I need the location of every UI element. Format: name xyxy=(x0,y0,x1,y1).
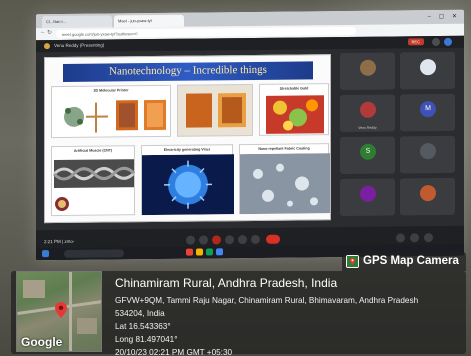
taskbar-search[interactable] xyxy=(64,249,124,258)
avatar xyxy=(360,101,376,118)
chrome-icon[interactable] xyxy=(186,248,193,256)
info-icon[interactable] xyxy=(396,233,405,243)
panel-caption: Stretchable Gold xyxy=(279,86,309,91)
map-building xyxy=(23,280,45,298)
panel-artificial-muscle: Artificial Muscle (CNT) xyxy=(51,145,136,217)
chat-icon[interactable] xyxy=(424,233,433,243)
gps-longitude: Long 81.497041° xyxy=(115,335,178,344)
panel-caption: Nano-repellant Fabric Coating xyxy=(258,146,310,151)
photo: Cl...Nan t... Meet - jun-yxaw-tyt – ▢ ✕ … xyxy=(0,0,471,356)
presenter-avatar xyxy=(44,43,50,50)
back-icon[interactable]: ← xyxy=(40,29,46,35)
app-icon[interactable] xyxy=(216,248,223,256)
panel-3d-printer: 3D Molecular Printer xyxy=(51,84,171,139)
participant-name xyxy=(400,129,455,130)
raise-hand-icon[interactable] xyxy=(225,235,234,245)
map-building xyxy=(77,318,97,334)
gps-latitude: Lat 16.543363° xyxy=(115,322,171,331)
participant-tiles: Venu Reddy M S xyxy=(340,51,458,223)
participant-tile[interactable] xyxy=(400,135,455,174)
gps-address-line1: GFVW+9QM, Tammi Raju Nagar, Chinamiram R… xyxy=(115,296,419,305)
panel-caption: Artificial Muscle (CNT) xyxy=(73,148,113,153)
participant-name xyxy=(400,87,455,88)
participant-name xyxy=(340,171,395,172)
participant-tile[interactable] xyxy=(340,52,395,91)
participant-name xyxy=(340,87,395,88)
rec-badge: REC xyxy=(407,38,424,46)
avatar xyxy=(420,143,436,160)
avatar: M xyxy=(420,101,436,118)
gps-brand-label: GPS Map Camera xyxy=(363,255,459,267)
avatar xyxy=(360,185,376,202)
slide-title: Nanotechnology – Incredible things xyxy=(63,61,313,82)
avatar: S xyxy=(360,143,376,160)
gps-address-line2: 534204, India xyxy=(115,309,165,318)
gps-text-block: Chinamiram Rural, Andhra Pradesh, India … xyxy=(115,276,418,356)
meeting-time: 2:21 PM | zmo- xyxy=(44,238,75,245)
water-droplets-illustration xyxy=(240,153,330,215)
participant-tile[interactable] xyxy=(340,178,395,217)
location-mini-map: Google xyxy=(16,271,102,352)
panel-repellant-fabric: Nano-repellant Fabric Coating xyxy=(239,143,330,215)
participant-name xyxy=(340,213,395,214)
gps-brand-badge: GPS Map Camera xyxy=(342,252,466,271)
participant-tile[interactable]: Venu Reddy xyxy=(340,94,395,133)
start-icon[interactable] xyxy=(42,250,49,258)
browser-tab-meet[interactable]: Meet - jun-yxaw-tyt xyxy=(114,14,184,28)
location-pin-icon xyxy=(55,302,67,318)
projected-screen: Cl...Nan t... Meet - jun-yxaw-tyt – ▢ ✕ … xyxy=(36,9,464,261)
folder-icon[interactable] xyxy=(196,248,203,256)
participant-name xyxy=(400,171,455,172)
participant-name: Venu Reddy xyxy=(358,125,377,130)
participant-tile[interactable]: M xyxy=(400,93,455,132)
printer-illustration xyxy=(186,93,246,128)
panel-stretchable-gold: Stretchable Gold xyxy=(259,83,329,136)
gps-datetime: 20/10/23 02:21 PM GMT +05:30 xyxy=(115,348,233,356)
avatar xyxy=(420,59,436,76)
avatar xyxy=(420,185,436,202)
panel-caption: 3D Molecular Printer xyxy=(93,88,129,93)
virus-illustration xyxy=(142,154,234,216)
presentation-slide: Nanotechnology – Incredible things 3D Mo… xyxy=(44,54,331,224)
participant-name xyxy=(400,213,455,214)
more-options-icon[interactable] xyxy=(251,234,260,244)
account-icon[interactable] xyxy=(444,37,452,46)
captions-icon[interactable] xyxy=(212,235,221,245)
window-controls[interactable]: – ▢ ✕ xyxy=(428,13,460,20)
camera-icon[interactable] xyxy=(199,235,208,245)
mic-icon[interactable] xyxy=(186,235,195,245)
gps-location-title: Chinamiram Rural, Andhra Pradesh, India xyxy=(115,276,338,290)
participant-tile[interactable] xyxy=(400,177,455,216)
browser-tab-1[interactable]: Cl...Nan t... xyxy=(42,15,112,29)
google-map-logo: Google xyxy=(21,335,63,349)
panel-electricity-virus: Electricity generating Virus xyxy=(141,144,234,216)
gps-camera-icon xyxy=(346,255,359,268)
people-icon[interactable] xyxy=(410,233,419,243)
gold-illustration xyxy=(266,95,324,134)
panel-printer-photo xyxy=(177,83,253,137)
meet-window: Venu Reddy (Presenting) REC Nanotechnolo… xyxy=(36,35,464,261)
app-icon[interactable] xyxy=(206,248,213,256)
participant-tile[interactable]: S xyxy=(340,136,395,175)
presenter-label: Venu Reddy (Presenting) xyxy=(54,42,105,49)
participant-tile[interactable] xyxy=(400,51,455,90)
cnt-fiber-illustration xyxy=(52,159,136,211)
map-road xyxy=(69,272,72,351)
gps-logo xyxy=(347,256,358,267)
molecule-illustration xyxy=(64,99,166,133)
avatar xyxy=(360,59,376,76)
end-call-button[interactable] xyxy=(266,234,280,244)
present-icon[interactable] xyxy=(238,235,247,245)
panel-caption: Electricity generating Virus xyxy=(163,147,211,152)
reload-icon[interactable]: ↻ xyxy=(47,29,52,36)
pin-icon[interactable] xyxy=(432,38,440,47)
